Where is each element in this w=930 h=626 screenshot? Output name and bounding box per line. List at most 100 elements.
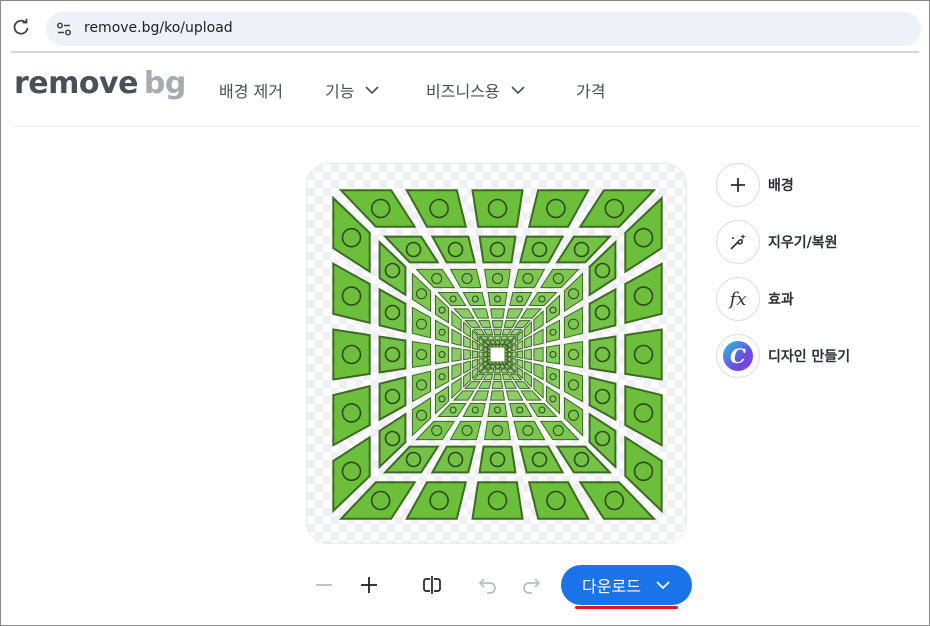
tile — [546, 319, 560, 343]
tile — [588, 376, 617, 422]
tile — [491, 344, 497, 348]
fx-icon: fx — [729, 288, 747, 310]
tile — [519, 445, 565, 474]
image-preview[interactable] — [306, 163, 687, 544]
tile — [486, 368, 495, 374]
tile — [500, 335, 509, 341]
tile — [378, 335, 407, 374]
tile — [505, 308, 524, 319]
tile — [477, 381, 492, 389]
site-info-icon[interactable] — [54, 19, 74, 39]
browser-divider — [11, 51, 919, 53]
tool-effects[interactable]: fx 효과 — [716, 277, 794, 321]
tool-label: 배경 — [768, 178, 794, 194]
tile — [524, 348, 532, 361]
tile — [378, 287, 407, 333]
tile — [435, 319, 449, 343]
tile — [471, 189, 524, 228]
zoom-in-icon[interactable] — [357, 573, 381, 597]
tile — [495, 361, 500, 365]
chevron-down-icon[interactable] — [655, 577, 671, 593]
tile — [501, 328, 513, 336]
tile — [430, 235, 476, 264]
tile — [471, 390, 490, 401]
tool-button[interactable]: fx — [716, 277, 760, 321]
tile — [491, 381, 504, 389]
address-bar[interactable]: remove.bg/ko/upload — [46, 12, 921, 46]
nav-business[interactable]: 비즈니스용 — [426, 78, 526, 102]
tile — [451, 362, 462, 381]
tile — [435, 344, 449, 365]
tile — [516, 339, 524, 351]
tile — [405, 481, 468, 520]
tool-erase-restore[interactable]: 지우기/복원 — [716, 220, 838, 264]
nav-remove-background[interactable]: 배경 제거 — [219, 78, 283, 102]
tile — [478, 445, 517, 474]
tile — [430, 445, 476, 474]
tile — [524, 360, 532, 375]
tool-label: 지우기/복원 — [768, 235, 838, 251]
reload-icon[interactable] — [11, 17, 31, 37]
tile — [493, 328, 502, 336]
tool-create-design[interactable]: C 디자인 만들기 — [716, 334, 850, 378]
tile — [477, 320, 492, 328]
plus-icon — [731, 178, 745, 192]
nav-pricing[interactable]: 가격 — [576, 78, 605, 102]
tile — [451, 328, 462, 347]
download-button[interactable]: 다운로드 — [561, 565, 692, 605]
tile — [463, 334, 471, 349]
tile — [491, 361, 497, 365]
tile — [513, 420, 546, 441]
nav-label: 배경 제거 — [219, 82, 283, 101]
tile — [463, 360, 471, 375]
tile — [332, 328, 371, 381]
tile — [511, 357, 517, 366]
magic-brush-icon — [730, 234, 746, 250]
tile — [332, 384, 371, 447]
tile — [509, 292, 533, 306]
tile — [463, 348, 471, 361]
tile — [624, 384, 663, 447]
tool-background[interactable]: 배경 — [716, 163, 794, 207]
tool-button[interactable] — [716, 163, 760, 207]
tile — [471, 358, 479, 370]
tile — [516, 358, 524, 370]
site-logo[interactable]: remove bg — [14, 66, 186, 101]
undo-icon[interactable] — [476, 573, 500, 597]
tile — [462, 292, 486, 306]
tile — [507, 351, 512, 358]
url-text[interactable]: remove.bg/ko/upload — [84, 20, 233, 36]
tile — [588, 287, 617, 333]
tile — [494, 340, 501, 345]
tile — [491, 320, 504, 328]
tile — [504, 352, 508, 357]
tunnel-vanishing-point — [490, 347, 505, 362]
tile — [451, 347, 462, 362]
compare-icon[interactable] — [420, 573, 444, 597]
canva-icon: C — [723, 341, 753, 371]
tile — [533, 347, 544, 362]
tile — [495, 344, 500, 348]
zoom-out-icon[interactable] — [312, 573, 336, 597]
tunnel-image — [332, 189, 663, 520]
download-label: 다운로드 — [582, 577, 641, 596]
tool-button[interactable] — [716, 220, 760, 264]
tile — [563, 341, 584, 368]
tile — [519, 235, 565, 264]
redo-icon[interactable] — [519, 573, 543, 597]
tile — [487, 292, 508, 306]
tool-button[interactable]: C — [716, 334, 760, 378]
tile — [493, 373, 502, 381]
tile — [462, 403, 486, 417]
chevron-down-icon — [365, 86, 380, 95]
tile — [332, 262, 371, 325]
nav-features[interactable]: 기능 — [325, 78, 380, 102]
tile — [449, 268, 482, 289]
tile — [471, 481, 524, 520]
tile — [494, 335, 501, 341]
nav-label: 기능 — [325, 82, 355, 101]
tile — [588, 335, 617, 374]
tile — [546, 344, 560, 365]
tile — [624, 262, 663, 325]
tile — [563, 306, 584, 339]
